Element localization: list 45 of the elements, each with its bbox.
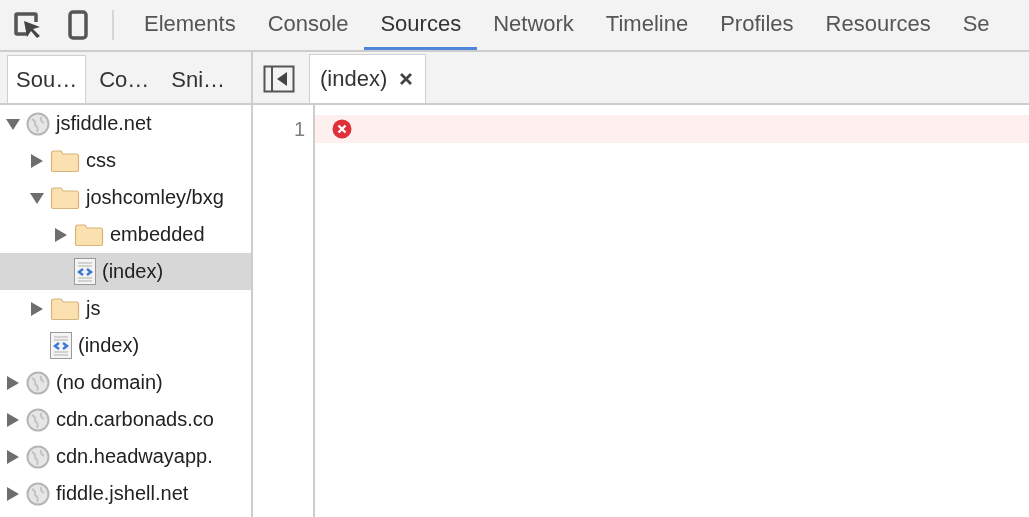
tree-item[interactable]: embedded <box>0 216 251 253</box>
panel-tab[interactable]: Se <box>946 0 1006 50</box>
panel-tab[interactable]: Timeline <box>589 0 705 50</box>
line-number: 1 <box>293 117 306 142</box>
tree-item[interactable]: (index) <box>0 253 251 290</box>
close-icon[interactable] <box>399 72 414 86</box>
globe-icon <box>26 407 50 432</box>
folder-icon <box>50 185 80 210</box>
navigator-tab[interactable]: Sou… <box>7 55 87 103</box>
globe-icon <box>26 444 50 469</box>
error-icon <box>332 119 352 139</box>
panel-tab[interactable]: Console <box>251 0 365 50</box>
navigator-tab[interactable]: Co… <box>90 55 159 103</box>
folder-icon <box>50 148 80 173</box>
panel-tab[interactable]: Elements <box>128 0 252 50</box>
panel-tab[interactable]: Profiles <box>704 0 810 50</box>
panel-tab[interactable]: Network <box>477 0 590 50</box>
editor-tab[interactable]: (index) <box>309 54 427 103</box>
folder-icon <box>74 222 104 247</box>
file-icon <box>74 258 96 285</box>
globe-icon <box>26 481 50 506</box>
tree-item[interactable]: (index) <box>0 327 251 364</box>
folder-icon <box>50 296 80 321</box>
file-icon <box>50 332 72 359</box>
collapsed-arrow-icon[interactable] <box>30 301 44 316</box>
tree-item[interactable]: jsfiddle.net <box>0 105 251 142</box>
tree-item[interactable]: css <box>0 142 251 179</box>
navigator-tab[interactable]: Sni… <box>162 55 235 103</box>
tree-item[interactable]: (no domain) <box>0 364 251 401</box>
expanded-arrow-icon[interactable] <box>6 116 20 131</box>
tree-item[interactable]: js <box>0 290 251 327</box>
collapsed-arrow-icon[interactable] <box>6 449 20 464</box>
collapsed-arrow-icon[interactable] <box>30 153 44 168</box>
tree-item[interactable]: cdn.headwayapp. <box>0 438 251 475</box>
tree-item[interactable]: joshcomley/bxg <box>0 179 251 216</box>
panel-tab[interactable]: Resources <box>809 0 947 50</box>
tree-item[interactable]: cdn.carbonads.co <box>0 401 251 438</box>
globe-icon <box>26 370 50 395</box>
expanded-arrow-icon[interactable] <box>30 190 44 205</box>
collapsed-arrow-icon[interactable] <box>6 412 20 427</box>
globe-icon <box>26 111 50 136</box>
collapsed-arrow-icon[interactable] <box>6 375 20 390</box>
collapsed-arrow-icon[interactable] <box>54 227 68 242</box>
collapsed-arrow-icon[interactable] <box>6 486 20 501</box>
tree-item[interactable]: fiddle.jshell.net <box>0 475 251 512</box>
